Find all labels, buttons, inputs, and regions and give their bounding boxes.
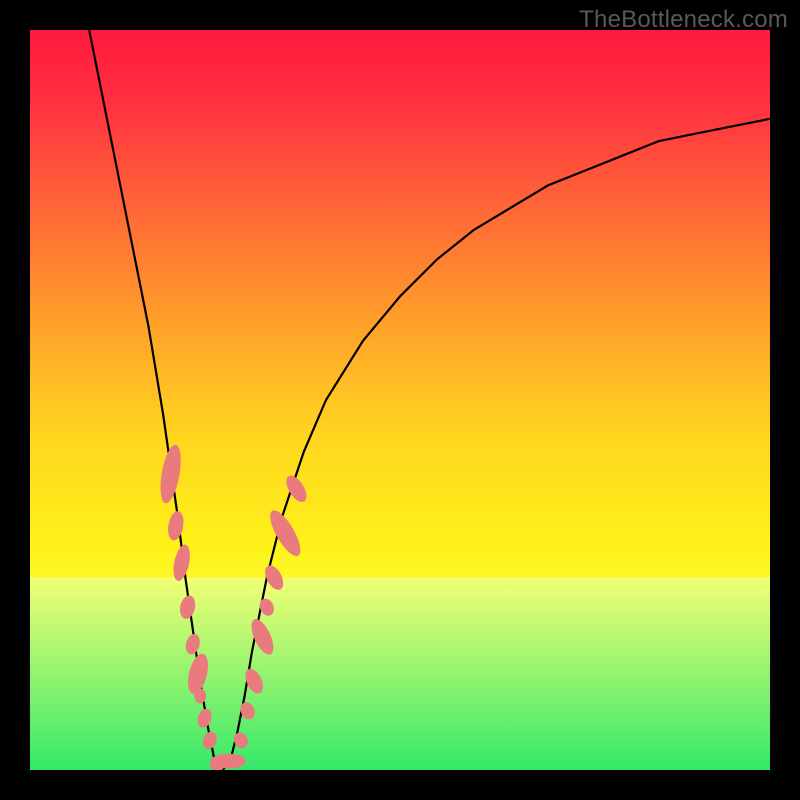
plot-area <box>30 30 770 770</box>
chart-frame: TheBottleneck.com <box>0 0 800 800</box>
marker <box>194 689 206 704</box>
chart-svg <box>30 30 770 770</box>
highlight-band <box>30 578 770 770</box>
marker <box>211 754 247 769</box>
